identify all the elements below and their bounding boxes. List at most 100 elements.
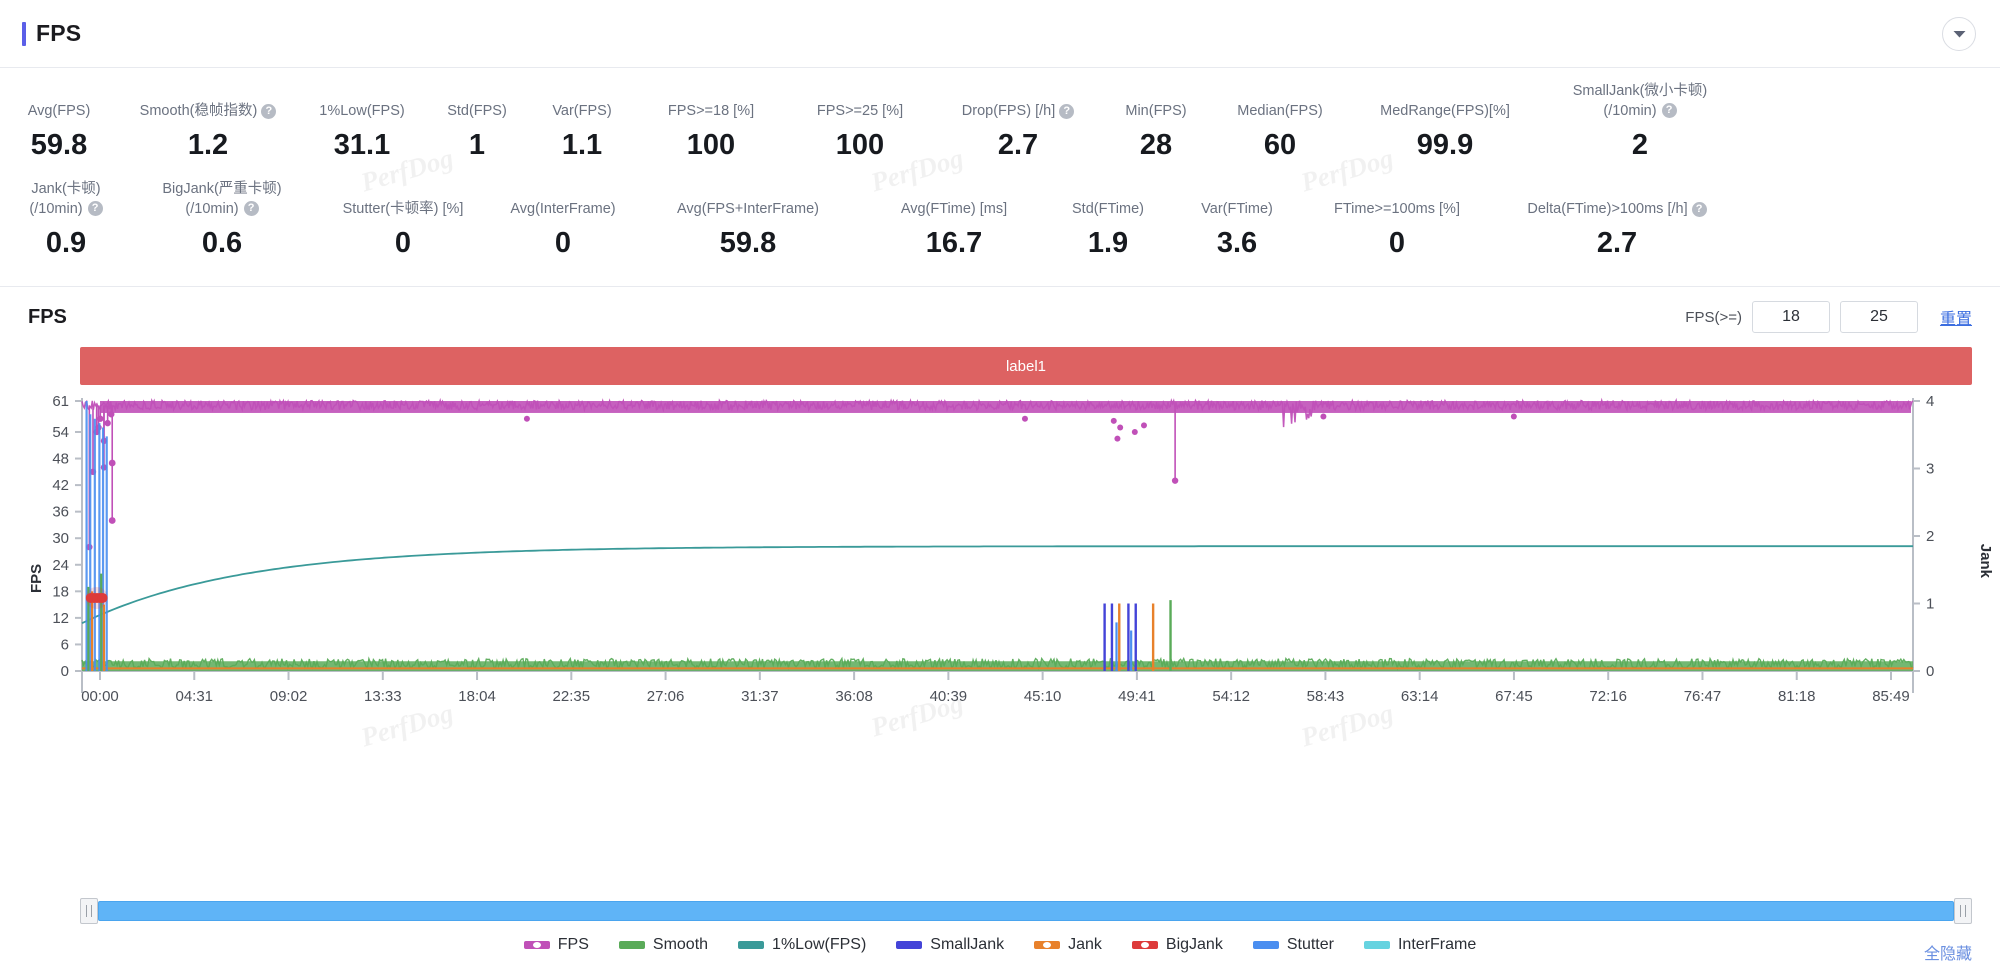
help-icon[interactable]: ? (1661, 103, 1677, 119)
legend-label: Jank (1068, 936, 1102, 953)
legend-item-smalljank[interactable]: SmallJank (896, 936, 1004, 954)
metric-cell: Avg(FPS+InterFrame) 59.8 (632, 200, 864, 259)
y-tick-label: 0 (61, 663, 69, 680)
metric-label: Avg(FPS+InterFrame) (677, 200, 819, 220)
metric-label: Stutter(卡顿率) [%] (343, 200, 464, 220)
series-fps-point (104, 420, 111, 427)
legend-label: Smooth (652, 936, 709, 953)
fps-chart-plot[interactable]: FPS Jank 0 6 12 18 24 30 36 42 48 54 61 0 1 2 3 4 00:00 0… (0, 393, 2000, 813)
y2-tick-label: 1 (1926, 596, 1934, 613)
metric-label-text: Delta(FTime)>100ms [/h] (1527, 200, 1688, 217)
zoom-slider-track[interactable] (98, 901, 1954, 921)
metric-value: 100 (835, 129, 885, 162)
reset-button[interactable]: 重置 (1940, 305, 1972, 329)
legend-item-1-low-fps[interactable]: 1%Low(FPS) (738, 936, 866, 954)
y-tick-label: 54 (52, 424, 69, 441)
metric-label-text: Min(FPS) (1125, 102, 1187, 119)
metric-value: 0 (554, 227, 572, 260)
metric-cell: Avg(InterFrame) 0 (494, 200, 632, 259)
chart-legend: FPS Smooth 1%Low(FPS) SmallJank Jank BigJank S… (0, 936, 2000, 954)
x-tick-label: 49:41 (1118, 688, 1156, 705)
metric-label: Std(FTime) (1072, 200, 1144, 220)
legend-item-jank[interactable]: Jank (1034, 936, 1102, 954)
y-tick-label: 18 (52, 584, 69, 601)
metric-cell: FPS>=25 [%] 100 (786, 102, 934, 161)
metric-label-text: Std(FTime) (1072, 200, 1144, 217)
x-tick-label: 58:43 (1307, 688, 1345, 705)
timeline-zoom-slider[interactable] (80, 898, 1972, 924)
x-tick-label: 18:04 (458, 688, 496, 705)
zoom-slider-handle-right[interactable] (1954, 898, 1972, 924)
legend-swatch-icon (1363, 941, 1390, 949)
metric-cell: Delta(FTime)>100ms [/h]? 2.7 (1492, 200, 1742, 259)
fps-threshold-min-input[interactable] (1751, 301, 1830, 334)
x-tick-label: 72:16 (1589, 688, 1627, 705)
fps-dashboard-page: FPS Avg(FPS) 59.8 Smooth(稳帧指数)? 1.2 1%Low(FP… (0, 0, 2000, 977)
hide-all-series-button[interactable]: 全隐藏 (1924, 940, 1972, 964)
help-icon[interactable]: ? (243, 201, 259, 217)
legend-swatch-icon (738, 941, 765, 949)
metric-cell: Var(FPS) 1.1 (528, 102, 636, 161)
metric-cell: Avg(FTime) [ms] 16.7 (864, 200, 1044, 259)
metric-label: Avg(FPS) (28, 102, 91, 122)
metrics-row-primary: Avg(FPS) 59.8 Smooth(稳帧指数)? 1.2 1%Low(FPS) 31… (0, 82, 2000, 160)
x-tick-label: 81:18 (1778, 688, 1816, 705)
timeline-label-bar[interactable]: label1 (80, 347, 1972, 386)
grip-icon (86, 905, 92, 917)
metric-cell: Avg(FPS) 59.8 (0, 102, 118, 161)
legend-swatch-icon (523, 941, 550, 949)
metric-label: Drop(FPS) [/h]? (961, 102, 1075, 122)
x-tick-label: 85:49 (1872, 688, 1910, 705)
legend-label: InterFrame (1397, 936, 1477, 953)
chart-series-group (81, 397, 1914, 672)
metric-value: 59.8 (30, 129, 88, 162)
help-icon[interactable]: ? (261, 103, 277, 119)
metric-label-text: Drop(FPS) [/h] (961, 102, 1056, 119)
x-tick-label: 67:45 (1495, 688, 1533, 705)
y2-tick-label: 2 (1926, 528, 1934, 545)
x-tick-label: 54:12 (1212, 688, 1250, 705)
metric-value: 0 (394, 227, 412, 260)
metric-value: 2.7 (1596, 227, 1638, 260)
metric-label-text: Std(FPS) (447, 102, 507, 119)
help-icon[interactable]: ? (1691, 201, 1707, 217)
metric-cell: SmallJank(微小卡顿) (/10min)? 2 (1540, 82, 1740, 160)
metric-value: 60 (1263, 129, 1297, 162)
metric-value: 99.9 (1416, 129, 1474, 162)
metric-value: 1 (468, 129, 486, 162)
legend-item-smooth[interactable]: Smooth (618, 936, 709, 954)
metrics-summary: Avg(FPS) 59.8 Smooth(稳帧指数)? 1.2 1%Low(FPS) 31… (0, 68, 2000, 262)
help-icon[interactable]: ? (87, 201, 103, 217)
legend-item-fps[interactable]: FPS (523, 936, 589, 954)
metric-value: 59.8 (719, 227, 777, 260)
collapse-panel-button[interactable] (1942, 16, 1976, 51)
y-tick-label: 24 (52, 557, 69, 574)
zoom-slider-handle-left[interactable] (80, 898, 98, 924)
series-fps-band (100, 401, 1911, 414)
metric-label-line2: (/10min) (1603, 102, 1657, 119)
legend-swatch-icon (1131, 941, 1158, 949)
metric-label: MedRange(FPS)[%] (1380, 102, 1510, 122)
metric-label-text: BigJank(严重卡顿) (/10min)? (162, 180, 281, 219)
help-icon[interactable]: ? (1059, 103, 1075, 119)
legend-item-interframe[interactable]: InterFrame (1363, 936, 1477, 954)
metrics-row-secondary: Jank(卡顿) (/10min)? 0.9 BigJank(严重卡顿) (/10min… (0, 180, 2000, 258)
legend-swatch-icon (618, 941, 645, 949)
legend-swatch-icon (1034, 941, 1061, 949)
legend-label: 1%Low(FPS) (772, 936, 867, 953)
metric-label-text: Var(FPS) (552, 102, 612, 119)
metric-cell: Median(FPS) 60 (1210, 102, 1350, 161)
y-tick-label: 30 (52, 530, 69, 547)
x-tick-label: 45:10 (1024, 688, 1062, 705)
x-tick-label: 40:39 (930, 688, 968, 705)
metric-cell: Drop(FPS) [/h]? 2.7 (934, 102, 1102, 161)
metric-cell: Std(FTime) 1.9 (1044, 200, 1172, 259)
legend-item-stutter[interactable]: Stutter (1252, 936, 1334, 954)
fps-threshold-max-input[interactable] (1839, 301, 1918, 334)
metric-cell: 1%Low(FPS) 31.1 (298, 102, 426, 161)
y2-tick-label: 3 (1926, 461, 1934, 478)
metric-value: 0.6 (201, 227, 243, 260)
metric-label-line1: BigJank(严重卡顿) (162, 181, 282, 198)
legend-item-bigjank[interactable]: BigJank (1131, 936, 1223, 954)
legend-label: Stutter (1286, 936, 1334, 953)
